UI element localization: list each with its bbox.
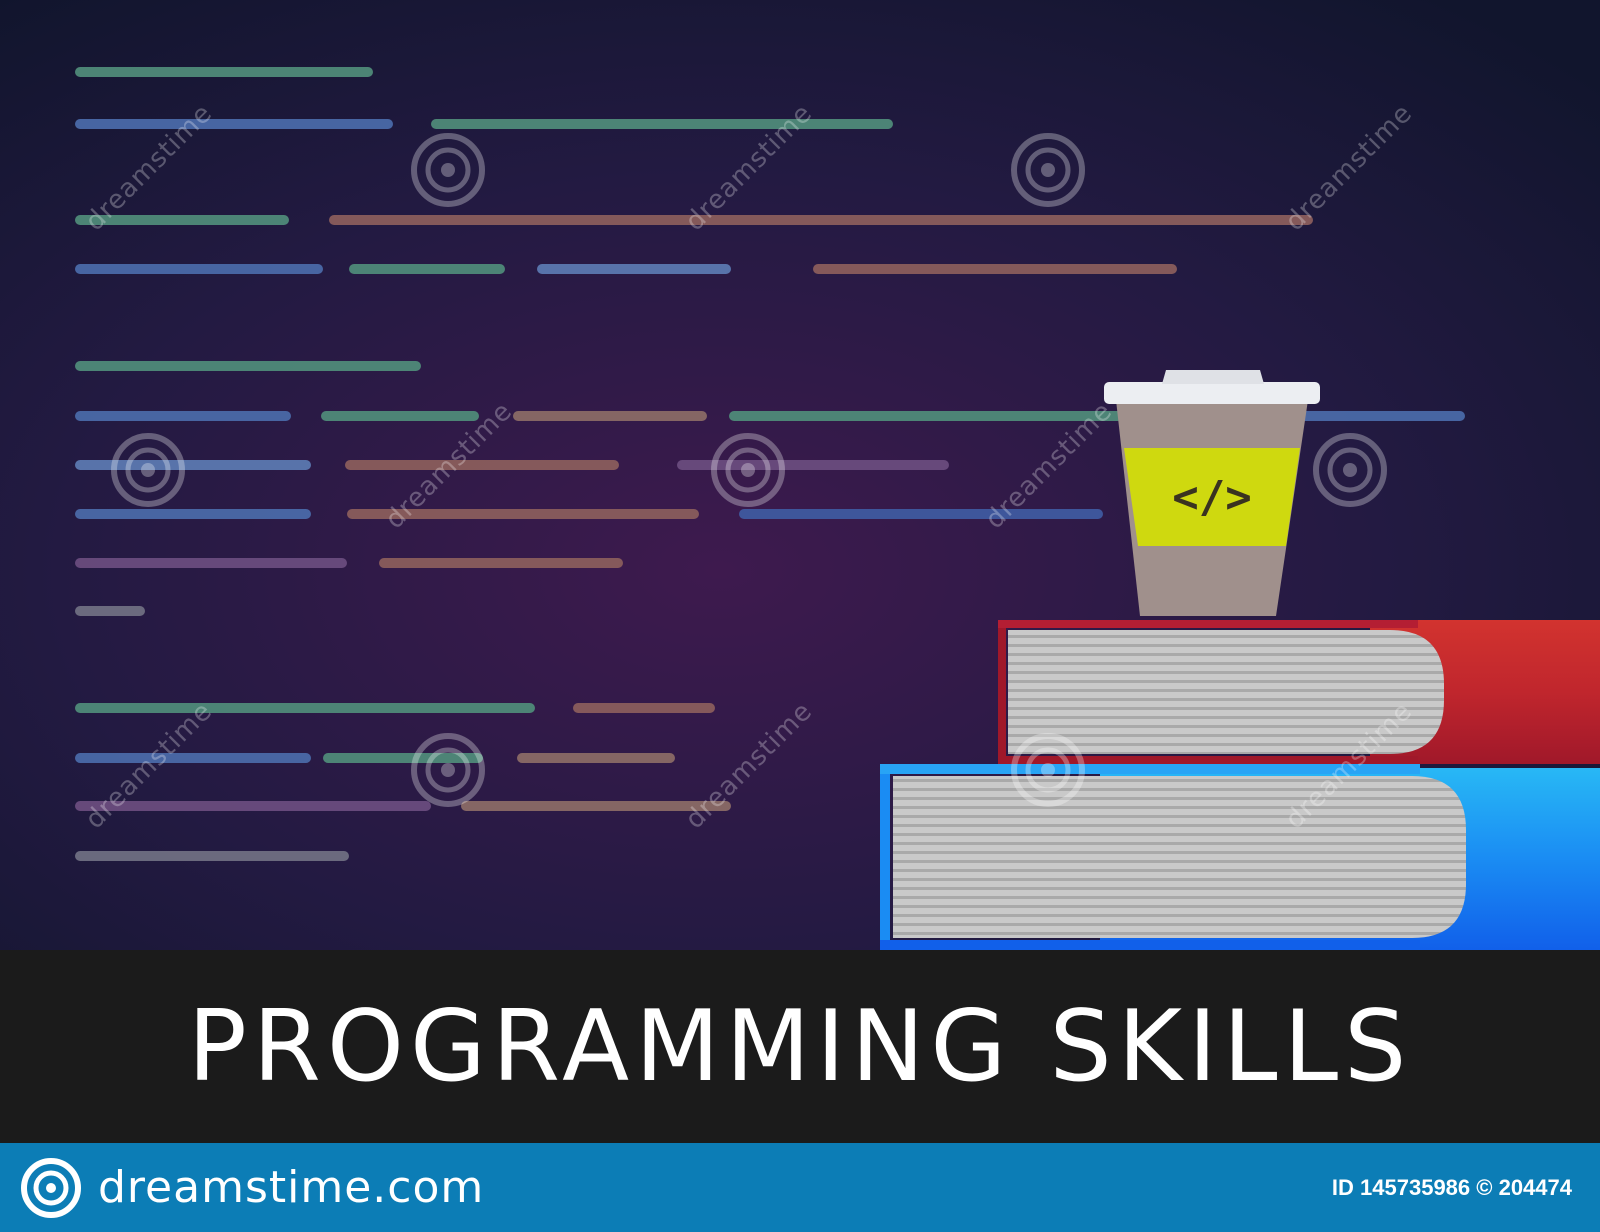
dreamstime-logo-icon — [21, 1158, 81, 1218]
footer-bar: dreamstime.com ID 145735986 © 204474 — [0, 1143, 1600, 1232]
artwork: </> dreamstime dreamstime dreamstime dre… — [0, 0, 1600, 950]
blue-book — [880, 764, 1600, 950]
image-id: ID 145735986 © 204474 — [1331, 1175, 1572, 1200]
code-symbol: </> — [1172, 472, 1251, 523]
page-title: PROGRAMMING SKILLS — [187, 989, 1413, 1104]
illustration: </> dreamstime dreamstime dreamstime dre… — [0, 0, 1600, 1232]
title-band: PROGRAMMING SKILLS — [0, 950, 1600, 1143]
site-name: dreamstime.com — [98, 1162, 485, 1213]
red-book — [998, 620, 1600, 764]
